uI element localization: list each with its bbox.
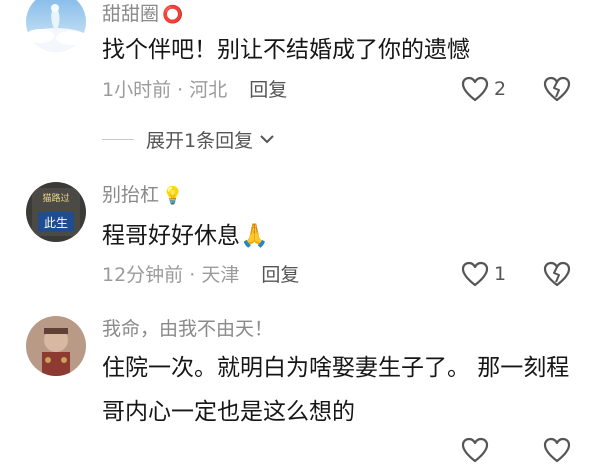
meta-separator: · xyxy=(183,264,202,286)
like-count: 2 xyxy=(494,78,507,100)
reply-button[interactable]: 回复 xyxy=(261,264,299,286)
meta-separator: · xyxy=(171,79,190,101)
like-button[interactable]: 2 xyxy=(460,75,506,103)
comment-location: 天津 xyxy=(201,264,240,286)
avatar-badge-bottom: 此生 xyxy=(44,216,68,230)
reply-button[interactable]: 回复 xyxy=(249,79,287,101)
heart-outline-icon xyxy=(461,261,489,287)
comment-text-body: 程哥好好休息 xyxy=(102,223,240,249)
avatar-badge-top: 猫路过 xyxy=(42,192,69,204)
expand-replies-button[interactable]: 展开1条回复 xyxy=(102,127,275,152)
comment-text: 住院一次。就明白为啥娶妻生子了。 那一刻程哥内心一定也是这么想的 xyxy=(102,355,570,425)
avatar[interactable] xyxy=(26,0,86,52)
pray-emoji: 🙏 xyxy=(240,223,269,249)
username-emoji: 💡 xyxy=(162,186,184,206)
comment-meta: 12分钟前 · 天津 回复 xyxy=(102,264,299,286)
broken-heart-icon xyxy=(543,76,571,102)
username[interactable]: 别抬杠 💡 xyxy=(102,184,183,207)
avatar[interactable] xyxy=(26,316,86,376)
expand-label: 展开1条回复 xyxy=(146,129,254,152)
username[interactable]: 我命，由我不由天！ xyxy=(102,318,273,340)
comment-text: 找个伴吧！别让不结婚成了你的遗憾 xyxy=(102,37,470,63)
comment-location: 河北 xyxy=(189,79,228,101)
broken-heart-icon xyxy=(543,437,571,463)
dislike-button[interactable] xyxy=(542,75,572,103)
comment-time: 12分钟前 xyxy=(102,264,184,286)
like-button[interactable] xyxy=(460,436,490,464)
username-text: 我命，由我不由天！ xyxy=(102,318,274,340)
avatar[interactable]: 猫路过 此生 xyxy=(26,182,86,242)
heart-outline-icon xyxy=(461,76,489,102)
broken-heart-icon xyxy=(543,261,571,287)
chevron-down-icon xyxy=(260,135,274,144)
comment-time: 1小时前 xyxy=(102,79,172,101)
dislike-button[interactable] xyxy=(542,260,572,288)
like-count: 1 xyxy=(494,263,507,285)
dislike-button[interactable] xyxy=(542,436,572,464)
like-button[interactable]: 1 xyxy=(460,260,506,288)
comment-meta: 1小时前 · 河北 回复 xyxy=(102,79,287,101)
username[interactable]: 甜甜圈 ⭕ xyxy=(102,3,183,26)
comment-text: 程哥好好休息🙏 xyxy=(102,214,582,258)
divider xyxy=(102,138,134,140)
heart-outline-icon xyxy=(461,437,489,463)
username-text: 甜甜圈 xyxy=(102,3,160,25)
username-emoji: ⭕ xyxy=(162,5,184,25)
username-text: 别抬杠 xyxy=(102,184,160,206)
